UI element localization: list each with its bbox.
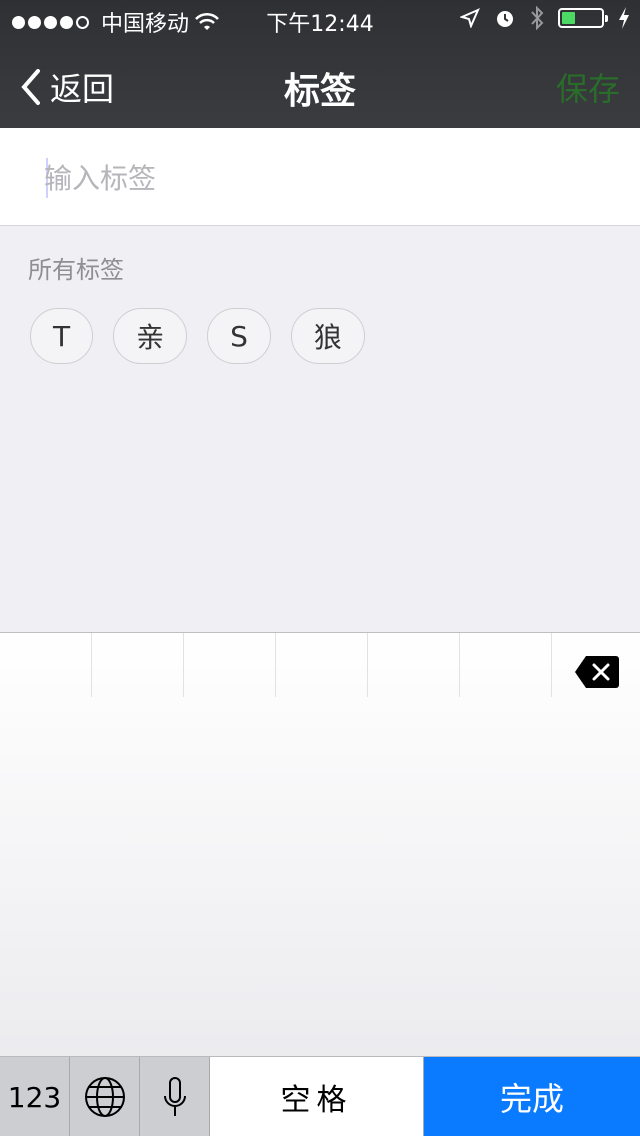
charging-icon — [619, 7, 629, 29]
all-tags-label: 所有标签 — [28, 256, 124, 284]
candidate-slot[interactable] — [184, 633, 276, 697]
candidate-bar — [0, 633, 640, 697]
tag-chip[interactable]: 亲 — [113, 308, 188, 364]
candidate-slot[interactable] — [0, 633, 92, 697]
done-key[interactable]: 完成 — [424, 1057, 640, 1136]
page-title: 标签 — [283, 71, 356, 112]
top-bar: 中国移动 下午12:44 返回 标签 保存 — [0, 0, 640, 128]
microphone-icon — [163, 1077, 186, 1116]
numbers-key[interactable]: 123 — [0, 1057, 70, 1136]
candidate-slot[interactable] — [92, 633, 184, 697]
status-bar: 中国移动 下午12:44 — [0, 0, 640, 40]
tag-input[interactable] — [44, 156, 604, 200]
status-right — [460, 6, 630, 30]
navigation-bar: 返回 标签 保存 — [0, 40, 640, 128]
location-icon — [460, 8, 480, 28]
battery-icon — [558, 8, 608, 28]
keyboard: 123 空格 完成 — [0, 632, 640, 1136]
alarm-icon — [497, 11, 513, 27]
candidate-slot[interactable] — [460, 633, 552, 697]
tag-chip[interactable]: S — [207, 308, 271, 364]
microphone-key[interactable] — [140, 1057, 210, 1136]
space-key[interactable]: 空格 — [210, 1057, 424, 1136]
bluetooth-icon — [531, 6, 544, 30]
tag-list: T 亲 S 狼 — [30, 308, 365, 364]
tag-chip[interactable]: T — [30, 308, 94, 364]
tag-input-area — [0, 128, 640, 226]
save-button[interactable]: 保存 — [556, 64, 620, 110]
tag-chip[interactable]: 狼 — [290, 308, 365, 364]
globe-key[interactable] — [70, 1057, 140, 1136]
delete-key-icon[interactable] — [574, 655, 620, 689]
keyboard-bottom-row: 123 空格 完成 — [0, 1056, 640, 1136]
candidate-slot[interactable] — [368, 633, 460, 697]
globe-icon — [84, 1077, 125, 1117]
candidate-slot[interactable] — [276, 633, 368, 697]
